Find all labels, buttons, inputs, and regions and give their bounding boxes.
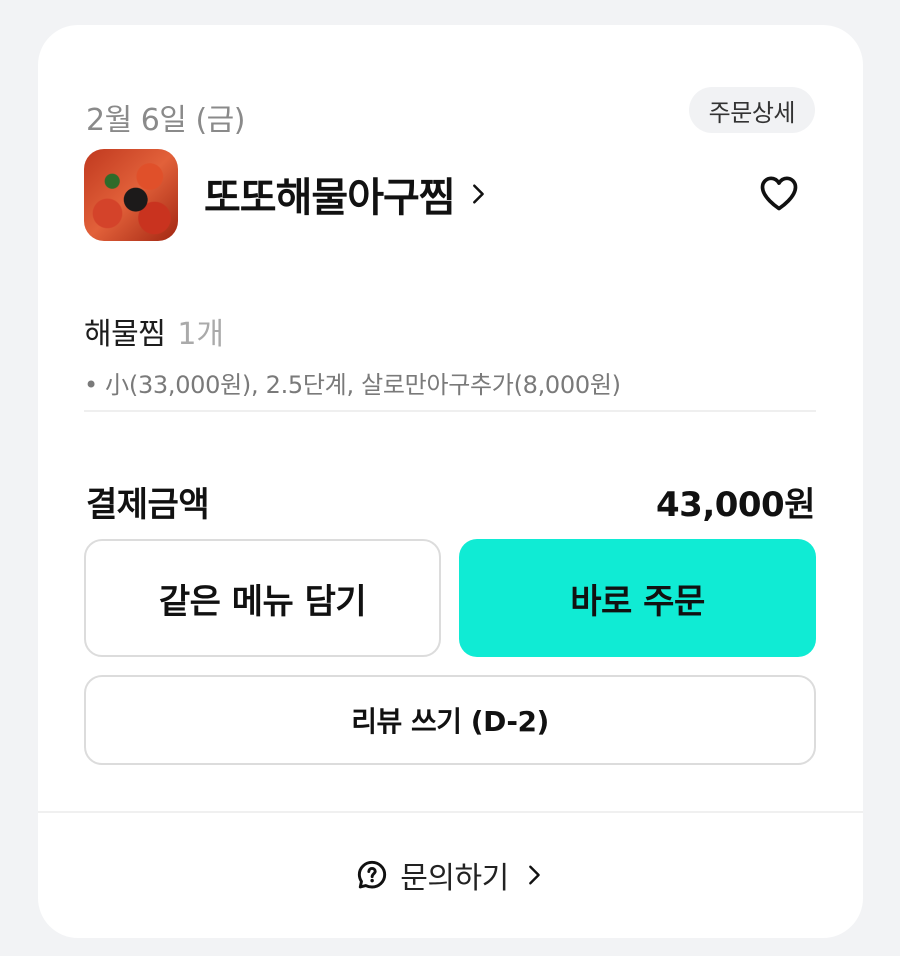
- store-thumbnail[interactable]: [84, 149, 178, 241]
- payment-amount: 43,000원: [656, 485, 815, 525]
- payment-row: 결제금액 43,000원: [86, 477, 815, 525]
- add-same-menu-button[interactable]: 같은 메뉴 담기: [84, 539, 441, 657]
- store-name: 또또해물아구찜: [204, 175, 456, 221]
- inquiry-link[interactable]: 문의하기: [38, 855, 863, 896]
- store-row: 또또해물아구찜: [84, 149, 815, 241]
- divider: [38, 811, 863, 813]
- order-detail-button[interactable]: 주문상세: [688, 87, 815, 133]
- payment-label: 결제금액: [86, 485, 210, 525]
- order-now-button[interactable]: 바로 주문: [459, 539, 816, 657]
- order-card: 2월 6일 (금) 주문상세 또또해물아구찜 해물찜 1개 • 小(33,000…: [38, 25, 863, 938]
- heart-icon[interactable]: [757, 171, 801, 215]
- menu-options: • 小(33,000원), 2.5단계, 살로만아구추가(8,000원): [84, 371, 621, 399]
- question-bubble-icon: [358, 860, 387, 889]
- menu-summary: 해물찜 1개 • 小(33,000원), 2.5단계, 살로만아구추가(8,00…: [84, 309, 815, 400]
- store-link[interactable]: 또또해물아구찜: [204, 165, 489, 223]
- divider: [84, 410, 816, 412]
- chevron-right-icon: [528, 865, 540, 885]
- inquiry-label: 문의하기: [400, 861, 509, 896]
- order-header: 2월 6일 (금) 주문상세: [86, 87, 815, 138]
- chevron-right-icon: [472, 184, 484, 204]
- menu-quantity: 1개: [177, 317, 224, 352]
- write-review-button[interactable]: 리뷰 쓰기 (D-2): [84, 675, 816, 765]
- menu-name: 해물찜: [84, 317, 166, 352]
- order-date: 2월 6일 (금): [86, 103, 245, 138]
